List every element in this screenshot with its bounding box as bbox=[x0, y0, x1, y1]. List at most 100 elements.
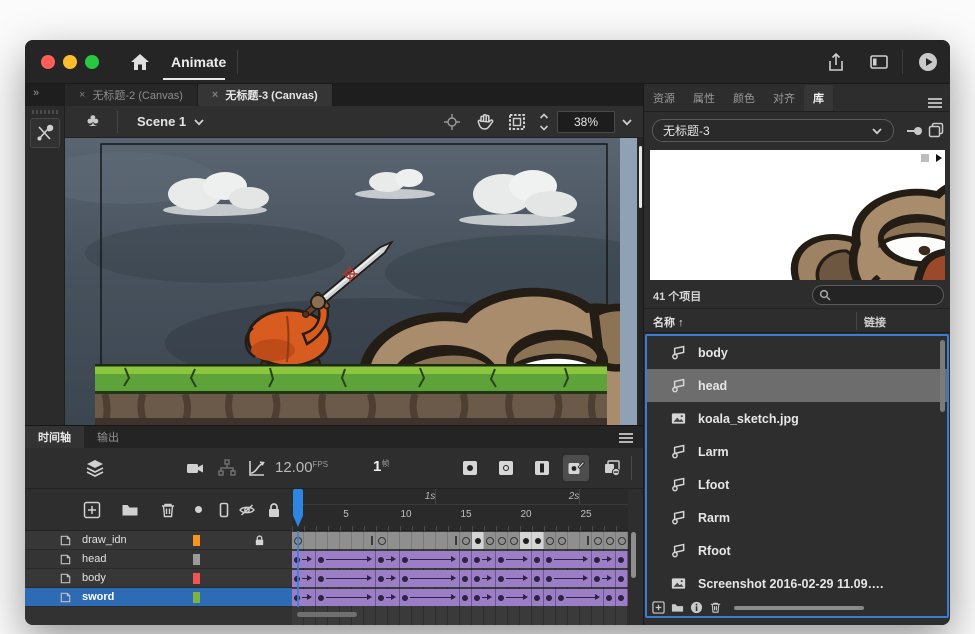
insert-keyframe-button[interactable] bbox=[457, 455, 483, 481]
highlight-column-icon[interactable] bbox=[195, 506, 202, 513]
hide-all-layers-icon[interactable] bbox=[238, 501, 256, 519]
insert-blank-keyframe-button[interactable] bbox=[493, 455, 519, 481]
frame-cell[interactable] bbox=[496, 532, 508, 549]
tab-color[interactable]: 颜色 bbox=[724, 85, 764, 111]
layer-color-swatch[interactable] bbox=[193, 535, 200, 546]
play-test-icon[interactable] bbox=[917, 51, 939, 73]
scene-name[interactable]: Scene 1 bbox=[137, 114, 186, 129]
stage-canvas[interactable] bbox=[65, 138, 620, 425]
column-divider[interactable] bbox=[856, 312, 857, 330]
auto-keyframe-toggle[interactable] bbox=[563, 455, 589, 481]
library-vertical-scrollbar[interactable] bbox=[940, 340, 945, 412]
library-search[interactable] bbox=[812, 285, 944, 305]
tween-span[interactable] bbox=[460, 570, 472, 587]
frame-cell[interactable] bbox=[424, 532, 436, 549]
frame-cell[interactable] bbox=[508, 532, 520, 549]
maximize-window-button[interactable] bbox=[85, 55, 99, 69]
tween-span[interactable] bbox=[400, 589, 460, 606]
panel-collapse-chevrons-icon[interactable]: » bbox=[25, 84, 65, 106]
minimize-window-button[interactable] bbox=[63, 55, 77, 69]
tween-span[interactable] bbox=[532, 570, 544, 587]
frame-row-sword[interactable] bbox=[292, 588, 628, 607]
delete-item-button[interactable] bbox=[709, 601, 722, 614]
frame-cell[interactable] bbox=[436, 532, 448, 549]
tween-span[interactable] bbox=[544, 570, 592, 587]
tween-span[interactable] bbox=[460, 589, 472, 606]
current-frame-display[interactable]: 1帧 bbox=[373, 458, 389, 475]
frame-cell[interactable] bbox=[580, 532, 592, 549]
preview-scroll-arrow-icon[interactable] bbox=[936, 154, 942, 162]
frame-cell[interactable] bbox=[304, 532, 316, 549]
outline-column-icon[interactable] bbox=[215, 501, 233, 519]
insert-frame-button[interactable] bbox=[529, 455, 555, 481]
scene-chevron-down-icon[interactable] bbox=[193, 116, 205, 128]
tween-span[interactable] bbox=[556, 589, 604, 606]
item-properties-button[interactable] bbox=[690, 601, 703, 614]
playhead[interactable] bbox=[292, 489, 304, 531]
frame-cell[interactable] bbox=[484, 532, 496, 549]
tween-span[interactable] bbox=[400, 551, 460, 568]
library-item-4[interactable]: Larm bbox=[647, 435, 947, 468]
tween-span[interactable] bbox=[292, 570, 316, 587]
layer-parenting-icon[interactable] bbox=[217, 458, 237, 478]
frame-cell[interactable] bbox=[340, 532, 352, 549]
column-name[interactable]: 名称 ↑ bbox=[653, 314, 684, 330]
new-layer-button[interactable] bbox=[83, 501, 101, 519]
tab-align[interactable]: 对齐 bbox=[764, 85, 804, 111]
close-tab-icon[interactable]: × bbox=[212, 89, 218, 101]
new-library-panel-icon[interactable] bbox=[928, 122, 944, 138]
tween-span[interactable] bbox=[616, 551, 628, 568]
tab-library[interactable]: 库 bbox=[804, 85, 833, 111]
layer-color-swatch[interactable] bbox=[193, 592, 200, 603]
tween-span[interactable] bbox=[496, 570, 532, 587]
frame-cell[interactable] bbox=[364, 532, 376, 549]
new-folder-button[interactable] bbox=[671, 601, 684, 614]
doc-tab-untitled-2[interactable]: × 无标题-2 (Canvas) bbox=[65, 84, 198, 106]
library-item-2[interactable]: head bbox=[647, 369, 947, 402]
tween-span[interactable] bbox=[460, 551, 472, 568]
tween-span[interactable] bbox=[592, 551, 616, 568]
remove-frames-button[interactable] bbox=[599, 455, 625, 481]
new-folder-button[interactable] bbox=[121, 501, 139, 519]
frame-row-body[interactable] bbox=[292, 569, 628, 588]
tween-span[interactable] bbox=[292, 551, 316, 568]
frame-row-head[interactable] bbox=[292, 550, 628, 569]
frame-cell[interactable] bbox=[460, 532, 472, 549]
frame-cell[interactable] bbox=[316, 532, 328, 549]
tween-span[interactable] bbox=[316, 589, 376, 606]
camera-icon[interactable] bbox=[185, 458, 205, 478]
library-item-3[interactable]: koala_sketch.jpg bbox=[647, 402, 947, 435]
tween-span[interactable] bbox=[532, 551, 544, 568]
frame-cell[interactable] bbox=[376, 532, 388, 549]
library-horizontal-scrollbar[interactable] bbox=[734, 606, 864, 610]
tween-span[interactable] bbox=[376, 551, 400, 568]
frame-cell[interactable] bbox=[556, 532, 568, 549]
timeline-ruler[interactable]: 1s2s 510152025 bbox=[292, 489, 628, 531]
frames-vertical-scrollbar[interactable] bbox=[631, 532, 636, 624]
clip-content-icon[interactable] bbox=[508, 113, 526, 131]
library-item-7[interactable]: Rfoot bbox=[647, 534, 947, 567]
tween-span[interactable] bbox=[472, 551, 496, 568]
frame-cell[interactable] bbox=[592, 532, 604, 549]
lock-all-layers-icon[interactable] bbox=[265, 501, 283, 519]
tab-timeline[interactable]: 时间轴 bbox=[25, 426, 84, 448]
tween-span[interactable] bbox=[616, 570, 628, 587]
search-input[interactable] bbox=[831, 289, 931, 301]
layers-icon[interactable] bbox=[85, 458, 105, 478]
frame-cell[interactable] bbox=[448, 532, 460, 549]
frame-cell[interactable] bbox=[328, 532, 340, 549]
frame-cell[interactable] bbox=[616, 532, 628, 549]
tween-span[interactable] bbox=[496, 589, 532, 606]
library-item-6[interactable]: Rarm bbox=[647, 501, 947, 534]
timeline-menu-icon[interactable] bbox=[619, 433, 633, 443]
frame-cell[interactable] bbox=[520, 532, 532, 549]
layer-color-swatch[interactable] bbox=[193, 554, 200, 565]
frame-cell[interactable] bbox=[604, 532, 616, 549]
tween-span[interactable] bbox=[472, 589, 496, 606]
tween-span[interactable] bbox=[496, 551, 532, 568]
delete-layer-button[interactable] bbox=[159, 501, 177, 519]
zoom-stepper[interactable] bbox=[538, 111, 550, 133]
close-tab-icon[interactable]: × bbox=[79, 89, 85, 101]
frame-row-draw_idn[interactable] bbox=[292, 531, 628, 550]
preview-resize-icon[interactable] bbox=[921, 154, 929, 162]
